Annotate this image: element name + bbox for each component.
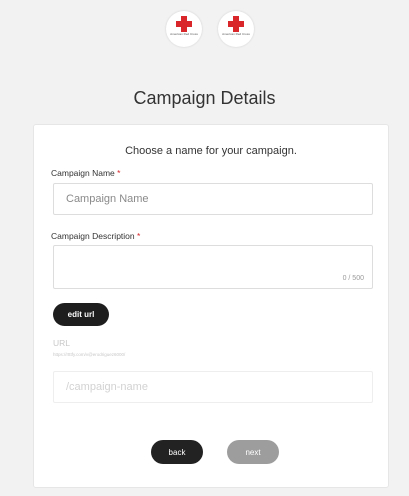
edit-url-button[interactable]: edit url: [53, 303, 109, 326]
next-button[interactable]: next: [227, 440, 279, 464]
campaign-description-label-text: Campaign Description: [51, 231, 135, 241]
campaign-slug-input[interactable]: [53, 371, 373, 403]
logo-row: American Red Cross American Red Cross: [0, 11, 409, 51]
character-counter: 0 / 500: [342, 275, 364, 282]
campaign-name-label: Campaign Name *: [51, 168, 120, 178]
campaign-description-textarea[interactable]: 0 / 500: [53, 245, 373, 289]
url-value: https://rtttfy.com/v@erodriguez6000/: [53, 352, 126, 357]
url-label: URL: [53, 338, 71, 348]
campaign-description-label: Campaign Description *: [51, 231, 140, 241]
required-mark: *: [117, 168, 121, 178]
back-button[interactable]: back: [151, 440, 203, 464]
partner-logo: American Red Cross: [166, 11, 202, 47]
campaign-form-card: Choose a name for your campaign. Campaig…: [33, 124, 389, 488]
page-title: Campaign Details: [133, 88, 276, 108]
campaign-name-label-text: Campaign Name: [51, 168, 115, 178]
logo-text: American Red Cross: [222, 32, 250, 36]
red-cross-icon: [228, 16, 244, 32]
campaign-name-input[interactable]: [53, 183, 373, 215]
logo-text: American Red Cross: [170, 32, 198, 36]
form-subtitle: Choose a name for your campaign.: [125, 145, 297, 157]
required-mark: *: [137, 231, 141, 241]
red-cross-icon: [176, 16, 192, 32]
partner-logo: American Red Cross: [218, 11, 254, 47]
